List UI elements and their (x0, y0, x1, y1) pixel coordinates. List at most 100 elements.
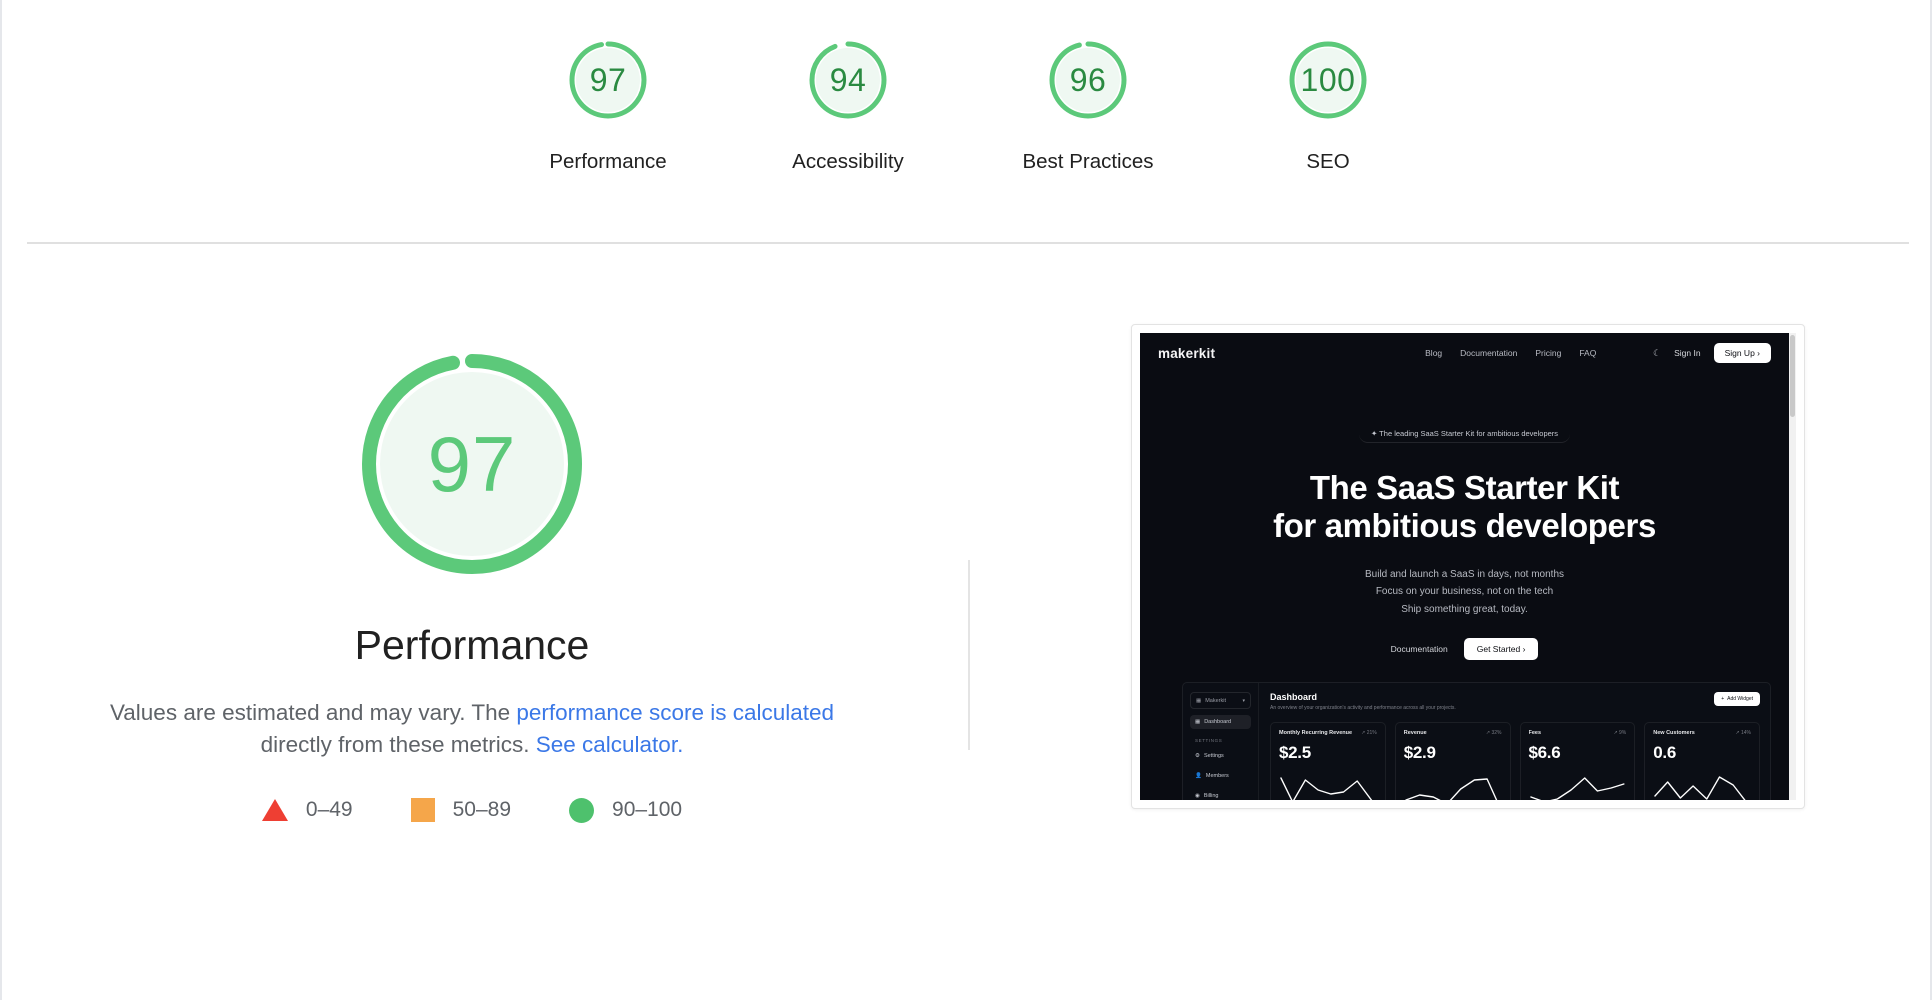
legend-range-label: 90–100 (612, 798, 683, 822)
gauge-arc-best-practices: 96 (1044, 36, 1132, 124)
dashboard-title: Dashboard (1270, 692, 1318, 702)
credit-card-icon: ◉ (1195, 793, 1200, 799)
add-widget-button: + Add Widget (1714, 692, 1760, 706)
hero-get-started-button: Get Started › (1463, 638, 1539, 661)
screenshot-scrollbar-thumb[interactable] (1790, 335, 1795, 417)
see-calculator-link[interactable]: See calculator. (536, 732, 684, 757)
gauge-label: Best Practices (1022, 150, 1154, 173)
metric-card-header: Fees ↗ 9% (1529, 730, 1627, 736)
gauge-label: SEO (1306, 150, 1350, 173)
metric-card-header: New Customers ↗ 14% (1653, 730, 1751, 736)
sidebar-item-members: 👤 Members (1190, 769, 1251, 783)
moon-icon: ☾ (1653, 347, 1662, 358)
sparkline-chart (1654, 776, 1746, 800)
metric-card-trend: ↗ 9% (1613, 730, 1627, 736)
sidebar-item-billing: ◉ Billing (1190, 789, 1251, 800)
score-gauge-seo[interactable]: 100 SEO (1258, 36, 1398, 173)
captured-site-navbar: makerkit Blog Documentation Pricing FAQ … (1140, 333, 1789, 373)
plus-icon: + (1721, 696, 1725, 702)
score-gauge-accessibility[interactable]: 94 Accessibility (778, 36, 918, 173)
nav-link-faq: FAQ (1579, 348, 1597, 358)
metric-card-title: Fees (1528, 730, 1542, 736)
performance-big-gauge: 97 (352, 344, 592, 584)
final-screenshot-thumbnail[interactable]: makerkit Blog Documentation Pricing FAQ … (1131, 324, 1805, 809)
vertical-divider (968, 560, 970, 750)
metric-card-trend: ↗ 21% (1361, 730, 1377, 736)
metric-card-value: $2.9 (1403, 743, 1436, 762)
score-legend: 0–49 50–89 90–100 (261, 797, 683, 823)
dashboard-heading-block: Dashboard An overview of your organizati… (1270, 692, 1456, 711)
hero-subtitle-line-3: Ship something great, today. (1401, 603, 1528, 615)
score-gauge-best-practices[interactable]: 96 Best Practices (1018, 36, 1158, 173)
hero-title: The SaaS Starter Kit for ambitious devel… (1140, 469, 1789, 546)
hero-cta-row: Documentation Get Started › (1140, 638, 1789, 661)
sidebar-item-label: Dashboard (1204, 719, 1232, 725)
legend-range-label: 50–89 (452, 798, 512, 822)
building-icon: ▦ (1196, 697, 1202, 704)
sign-up-button: Sign Up › (1713, 343, 1771, 363)
score-gauge-performance[interactable]: 97 Performance (538, 36, 678, 173)
sign-in-link: Sign In (1674, 348, 1701, 358)
legend-range-label: 0–49 (305, 798, 353, 822)
triangle-icon (261, 799, 288, 822)
metric-card-title: Monthly Recurring Revenue (1279, 730, 1353, 736)
nav-link-blog: Blog (1425, 348, 1443, 358)
hero-title-line-1: The SaaS Starter Kit (1309, 469, 1620, 506)
site-logo: makerkit (1158, 345, 1216, 361)
users-icon: 👤 (1195, 773, 1202, 779)
sidebar-item-label: Billing (1203, 793, 1219, 799)
performance-description: Values are estimated and may vary. The p… (72, 697, 872, 761)
square-icon (410, 798, 435, 823)
nav-link-documentation: Documentation (1460, 348, 1518, 358)
dashboard-metric-cards: Monthly Recurring Revenue ↗ 21% $2.5 Jan… (1270, 722, 1760, 800)
sidebar-item-dashboard: ▦ Dashboard (1190, 715, 1251, 729)
metric-card-trend: ↗ 14% (1735, 730, 1751, 736)
sparkline-chart (1405, 778, 1498, 800)
lighthouse-report: 97 Performance 94 Accessibility 96 Best … (0, 0, 1932, 1000)
metric-card: Fees ↗ 9% $6.6 Jan 2024 Feb 2024 (1519, 722, 1636, 800)
sparkline-chart (1280, 777, 1373, 800)
metric-card-title: Revenue (1403, 730, 1427, 736)
sidebar-section-label: SETTINGS (1195, 738, 1223, 743)
metric-card-trend: ↗ 32% (1485, 730, 1502, 736)
captured-dashboard-preview: ▦ Makerkit ▾ ▦ Dashboard SETTINGS ⚙ Sett… (1182, 682, 1771, 800)
sidebar-item-settings: ⚙ Settings (1190, 749, 1251, 763)
hero-subtitle-line-2: Focus on your business, not on the tech (1375, 586, 1554, 598)
metric-card: Monthly Recurring Revenue ↗ 21% $2.5 Jan… (1270, 722, 1386, 800)
legend-item-average: 50–89 (410, 798, 512, 823)
performance-section: 97 Performance Values are estimated and … (2, 242, 1932, 1000)
gauge-arc-seo: 100 (1284, 36, 1372, 124)
site-nav-actions: ☾ Sign In Sign Up › (1653, 343, 1771, 363)
screenshot-viewport: makerkit Blog Documentation Pricing FAQ … (1140, 333, 1796, 800)
gauge-arc-accessibility: 94 (804, 36, 892, 124)
gauge-arc-performance: 97 (564, 36, 652, 124)
metric-card: Revenue ↗ 32% $2.9 Jan 2024 Feb 2024 (1394, 722, 1511, 800)
score-summary-strip: 97 Performance 94 Accessibility 96 Best … (2, 36, 1932, 173)
description-text-part-1: Values are estimated and may vary. The (109, 700, 517, 725)
screenshot-scrollbar[interactable] (1789, 333, 1796, 800)
circle-icon (569, 797, 595, 823)
hero-documentation-link: Documentation (1390, 644, 1448, 655)
metric-card-header: Revenue ↗ 32% (1404, 730, 1502, 736)
legend-item-fail: 0–49 (261, 798, 353, 822)
performance-score-calculated-link[interactable]: performance score is calculated (516, 700, 834, 725)
gauge-score-value: 94 (829, 61, 867, 98)
dashboard-header: Dashboard An overview of your organizati… (1270, 692, 1760, 711)
hero-title-line-2: for ambitious developers (1273, 507, 1656, 545)
performance-score-value: 97 (427, 419, 517, 508)
gauge-score-value: 97 (589, 61, 627, 98)
hero-subtitle-line-1: Build and launch a SaaS in days, not mon… (1364, 568, 1565, 580)
gauge-score-value: 96 (1069, 61, 1107, 98)
dashboard-subtitle: An overview of your organization's activ… (1270, 705, 1456, 711)
metric-card-value: 0.6 (1653, 743, 1676, 762)
organization-name: Makerkit (1205, 697, 1226, 704)
captured-site-hero: ✦ The leading SaaS Starter Kit for ambit… (1140, 381, 1789, 661)
site-nav-links: Blog Documentation Pricing FAQ (1425, 348, 1596, 358)
performance-title: Performance (354, 622, 590, 668)
organization-selector: ▦ Makerkit ▾ (1190, 692, 1251, 709)
grid-icon: ▦ (1195, 719, 1201, 725)
metric-card-title: New Customers (1653, 730, 1695, 736)
hero-announcement-pill: ✦ The leading SaaS Starter Kit for ambit… (1358, 425, 1571, 443)
gauge-label: Accessibility (792, 150, 904, 173)
gauge-label: Performance (549, 150, 667, 173)
